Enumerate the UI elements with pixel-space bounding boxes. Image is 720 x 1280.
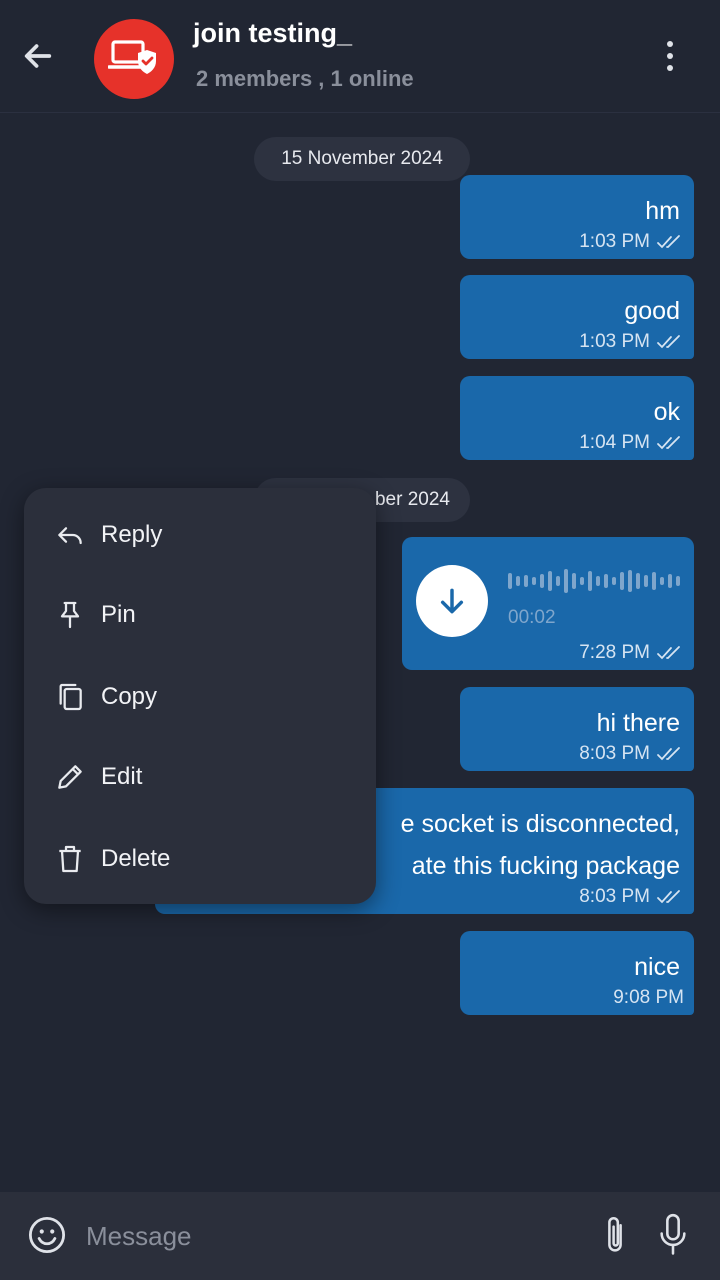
menu-label: Reply [101,521,163,548]
menu-item-pin[interactable]: Pin [24,580,376,650]
message-time: 8:03 PM [579,743,650,764]
message-composer [0,1192,720,1280]
voice-record-button[interactable] [656,1212,690,1258]
download-voice-button[interactable] [416,565,488,637]
date-separator: 15 November 2024 [254,137,470,181]
waveform-icon [508,569,680,593]
message-bubble[interactable]: ok 1:04 PM [460,376,694,460]
chat-header: join testing_ 2 members , 1 online [0,0,720,113]
message-text: hi there [596,709,680,737]
message-time: 7:28 PM [579,642,650,663]
voice-message-bubble[interactable]: 00:02 7:28 PM [402,537,694,670]
message-meta: 1:03 PM [579,231,684,253]
message-text: ok [653,398,680,426]
chat-subtitle: 2 members , 1 online [196,66,414,91]
message-time: 9:08 PM [613,987,684,1008]
menu-label: Edit [101,763,143,790]
reply-icon [52,517,88,553]
message-meta: 9:08 PM [613,987,684,1009]
more-vertical-icon [667,41,673,71]
message-bubble[interactable]: hi there 8:03 PM [460,687,694,771]
menu-item-delete[interactable]: Delete [24,824,376,894]
menu-item-reply[interactable]: Reply [24,500,376,570]
smiley-icon [28,1216,66,1254]
message-bubble[interactable]: nice 9:08 PM [460,931,694,1015]
menu-item-copy[interactable]: Copy [24,662,376,732]
menu-label: Pin [101,601,136,628]
message-text: hm [645,197,680,225]
message-time: 8:03 PM [579,886,650,907]
voice-duration: 00:02 [508,607,556,628]
message-input[interactable] [84,1212,568,1260]
message-text-line-1: e socket is disconnected, [400,810,680,838]
message-time: 1:03 PM [579,331,650,352]
double-check-icon [657,747,680,761]
message-text: nice [634,953,680,981]
pin-icon [52,597,88,633]
arrow-down-icon [440,588,464,614]
back-button[interactable] [18,36,58,76]
arrow-left-icon [24,44,52,68]
paperclip-icon [608,1216,622,1252]
message-time: 1:03 PM [579,231,650,252]
more-options-button[interactable] [652,36,688,76]
edit-icon [52,759,88,795]
double-check-icon [657,646,680,660]
emoji-button[interactable] [26,1214,68,1256]
message-meta: 1:03 PM [579,331,684,353]
double-check-icon [657,436,680,450]
double-check-icon [657,335,680,349]
message-text-line-2: ate this fucking package [411,852,680,880]
message-context-menu: Reply Pin Copy Edit Delete [24,488,376,904]
menu-item-edit[interactable]: Edit [24,742,376,812]
message-meta: 1:04 PM [579,432,684,454]
attach-button[interactable] [598,1214,632,1256]
menu-label: Delete [101,845,171,872]
laptop-shield-icon [108,40,156,74]
double-check-icon [657,890,680,904]
date-label: ber 2024 [374,489,450,510]
message-meta: 7:28 PM [579,642,684,664]
menu-label: Copy [101,683,158,710]
group-avatar[interactable] [94,19,174,99]
chat-title[interactable]: join testing_ [193,18,352,49]
microphone-icon [660,1213,686,1255]
delete-icon [52,841,88,877]
copy-icon [52,679,88,715]
message-time: 1:04 PM [579,432,650,453]
message-meta: 8:03 PM [579,886,684,908]
double-check-icon [657,235,680,249]
message-bubble[interactable]: good 1:03 PM [460,275,694,359]
message-text: good [624,297,680,325]
message-meta: 8:03 PM [579,743,684,765]
date-label: 15 November 2024 [281,148,443,169]
message-bubble[interactable]: hm 1:03 PM [460,175,694,259]
